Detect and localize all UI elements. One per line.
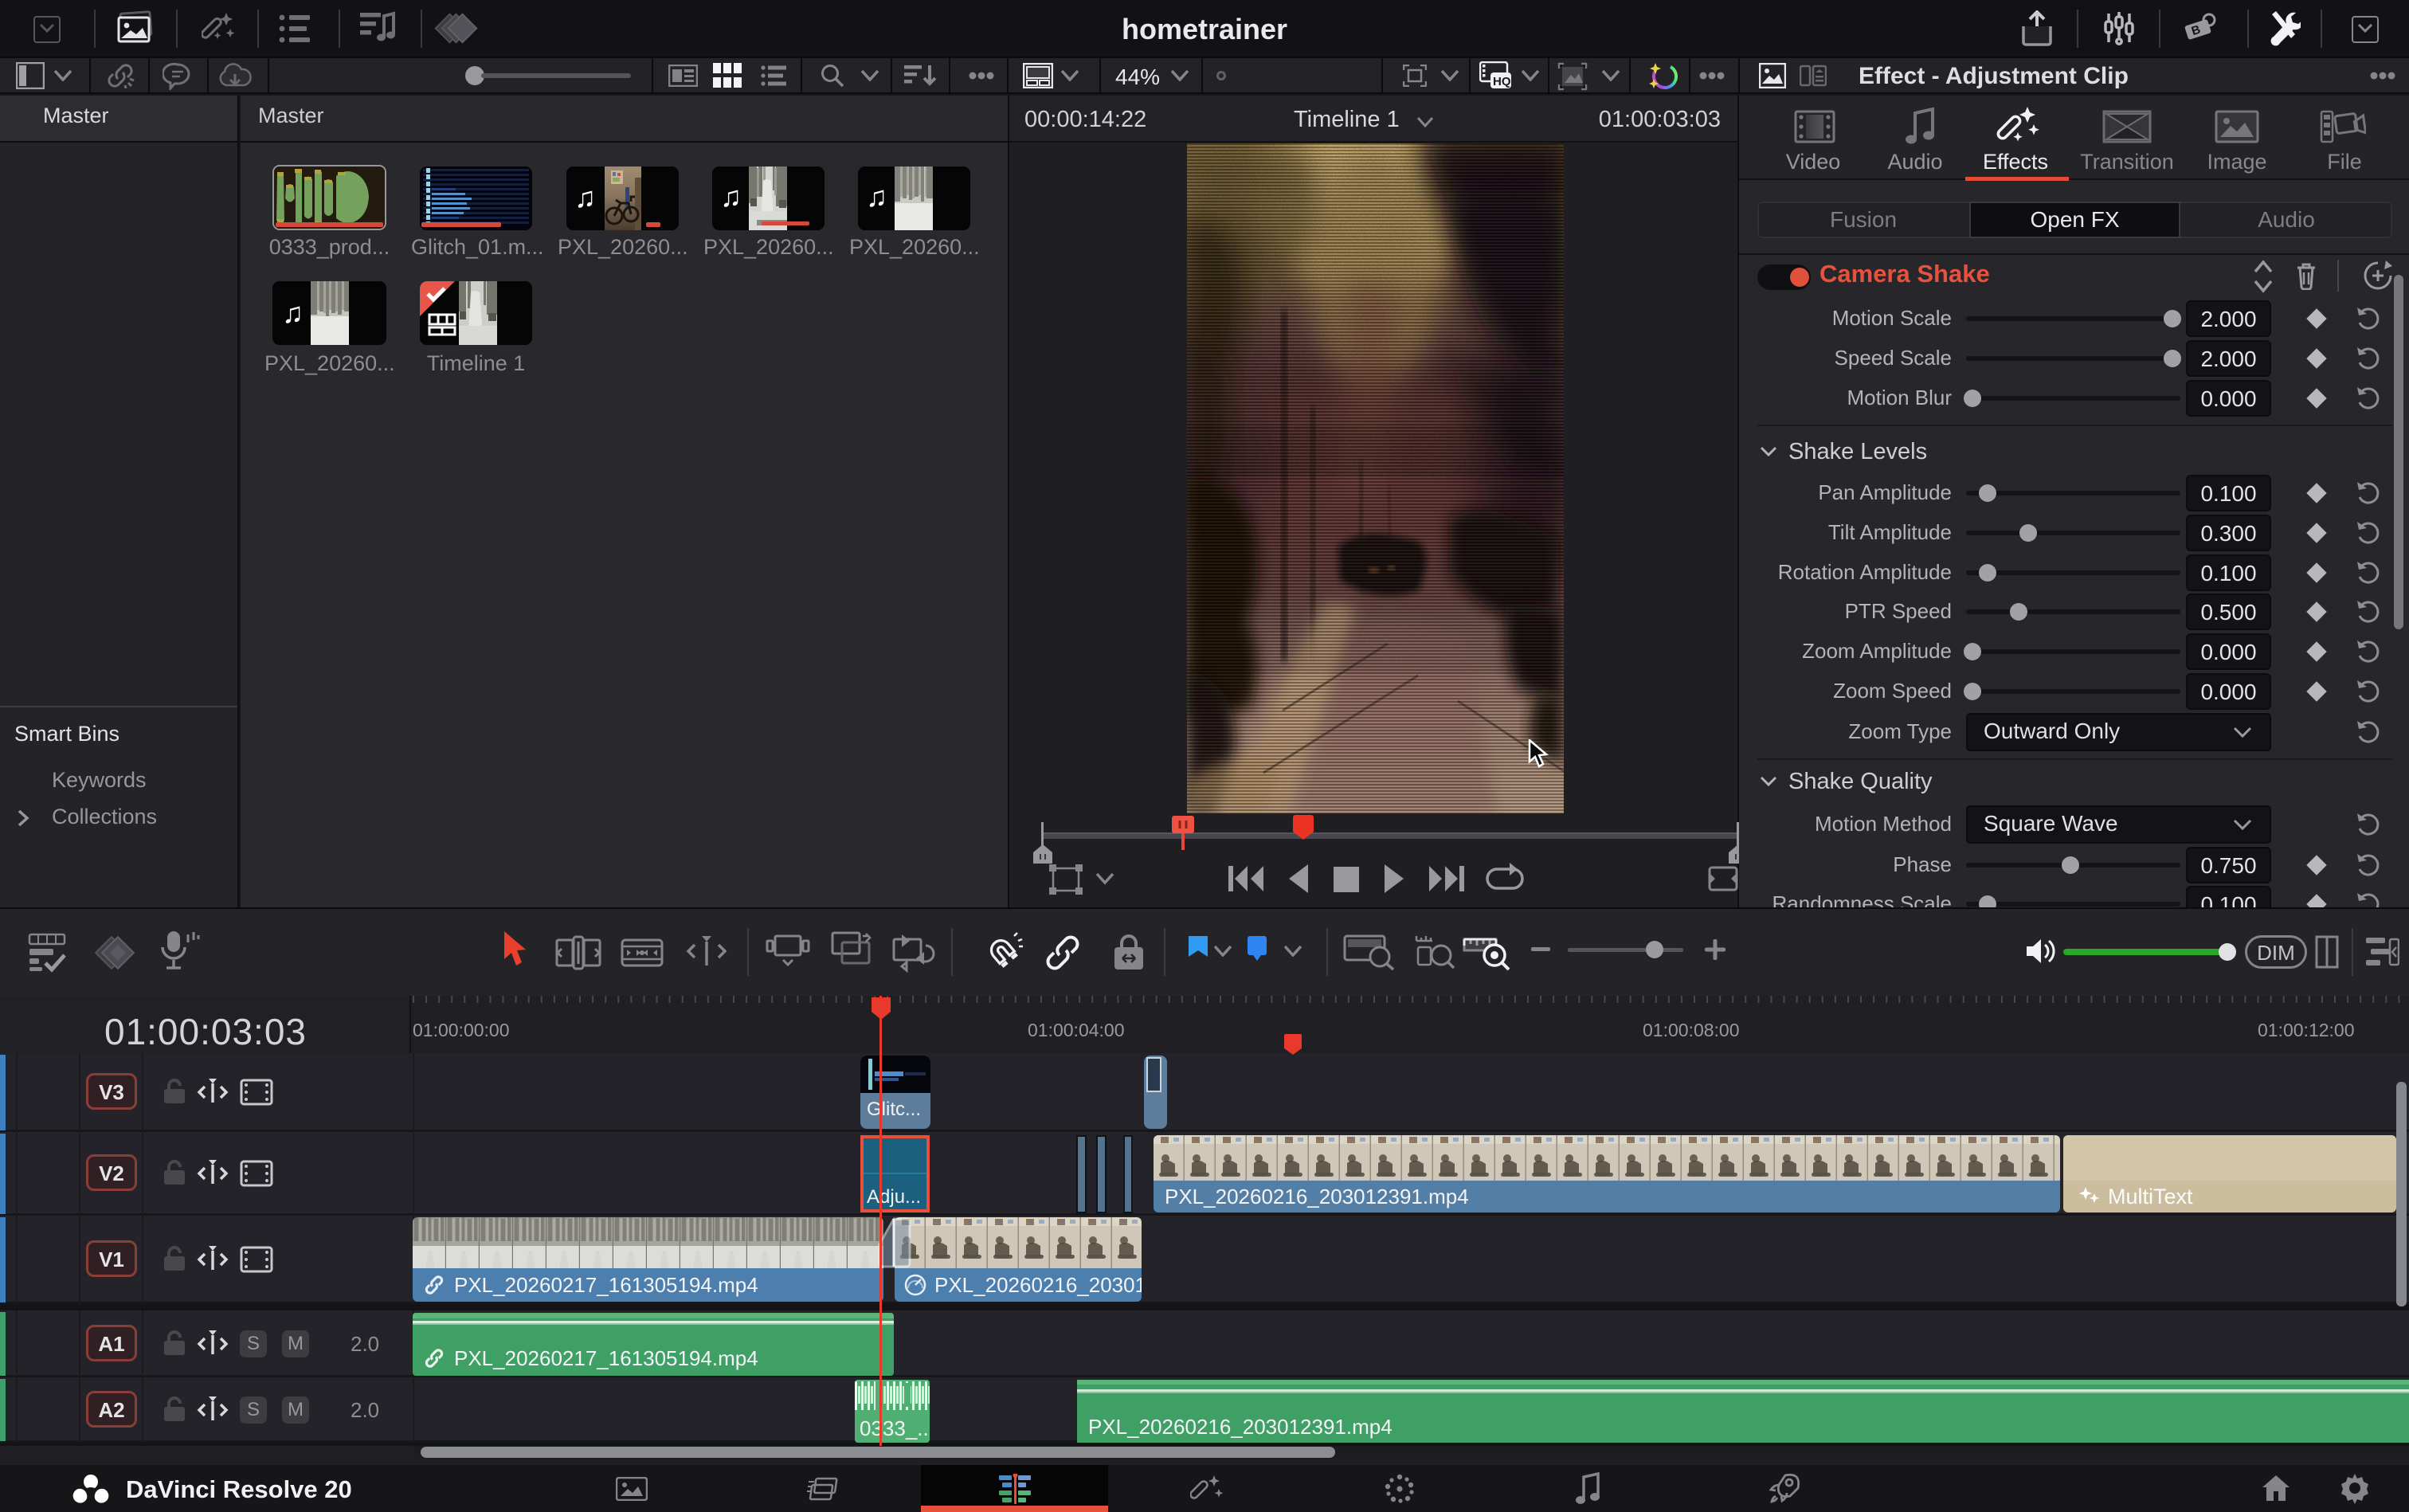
svg-text:♫: ♫ [720, 180, 742, 213]
svg-text:♫: ♫ [282, 296, 304, 329]
svg-text:HQ: HQ [1493, 75, 1511, 88]
svg-text:♫: ♫ [574, 181, 596, 213]
svg-text:♫: ♫ [866, 180, 887, 213]
